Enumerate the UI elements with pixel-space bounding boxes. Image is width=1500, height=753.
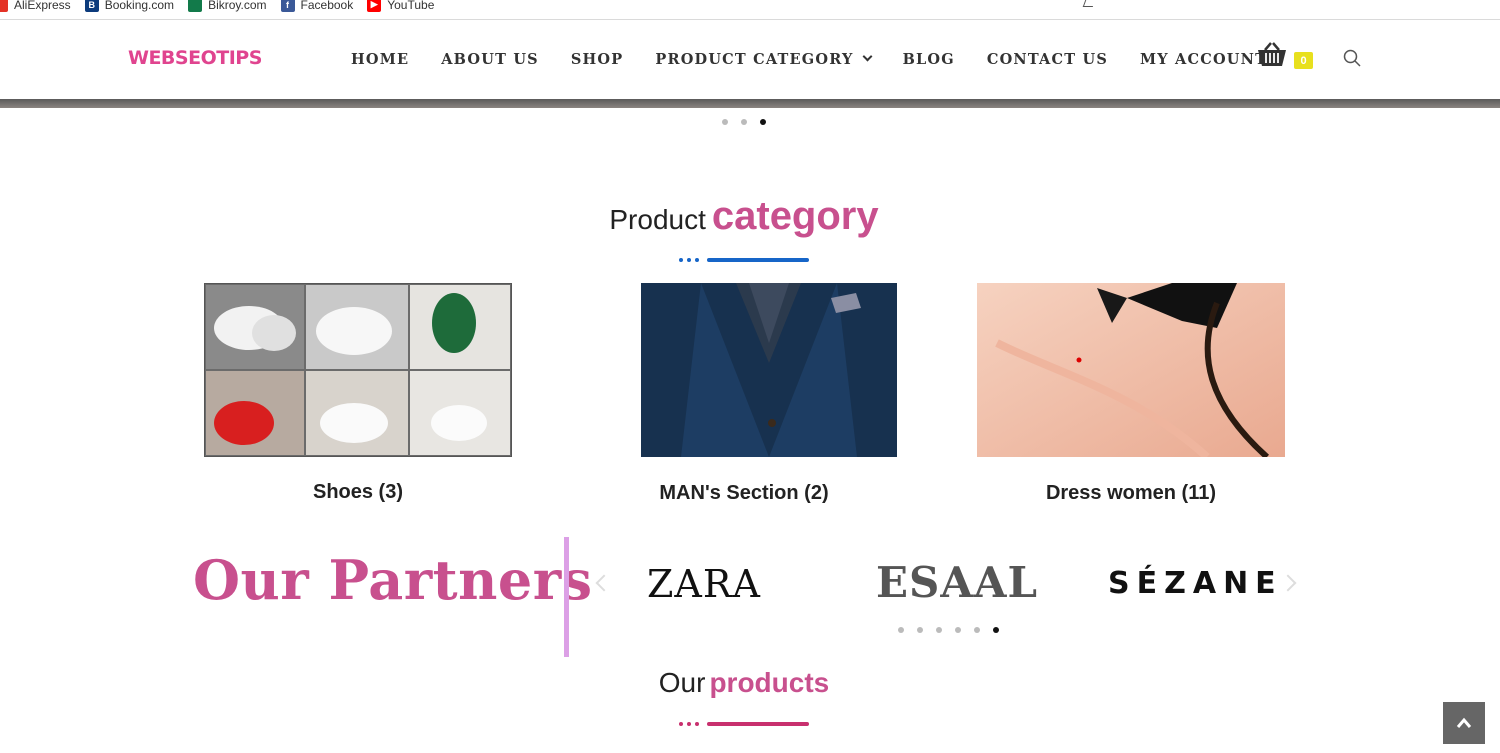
heading-plain: Product xyxy=(609,204,706,235)
carousel-dot[interactable] xyxy=(898,627,904,633)
heading-accent: category xyxy=(711,194,879,238)
category-card-shoes[interactable] xyxy=(203,282,513,462)
carousel-dot[interactable] xyxy=(936,627,942,633)
carousel-prev-icon[interactable] xyxy=(595,574,613,592)
main-nav: HOME ABOUT US SHOP PRODUCT CATEGORY BLOG… xyxy=(351,51,1299,68)
bookmark-label: Facebook xyxy=(300,0,354,12)
bookmark-aliexpress[interactable]: AliExpress xyxy=(0,0,71,15)
products-heading-divider xyxy=(679,722,809,726)
hero-slider-edge xyxy=(0,99,1500,108)
bookmarks-bar: AliExpress B Booking.com Bikroy.com f Fa… xyxy=(0,0,1500,20)
bookmark-booking[interactable]: B Booking.com xyxy=(84,0,175,15)
category-label-shoes[interactable]: Shoes (3) xyxy=(158,481,558,504)
booking-icon: B xyxy=(84,0,99,12)
partner-logo-esaal[interactable]: ESAAL xyxy=(876,558,1038,607)
bookmark-label: Booking.com xyxy=(104,0,175,12)
heading-divider xyxy=(679,258,809,262)
nav-about-us[interactable]: ABOUT US xyxy=(441,51,539,68)
youtube-icon: ▶ xyxy=(367,0,382,12)
carousel-dot[interactable] xyxy=(974,627,980,633)
dress-image[interactable] xyxy=(977,283,1285,460)
partners-carousel-dots xyxy=(898,627,1012,633)
nav-home[interactable]: HOME xyxy=(351,51,409,68)
cart-count-badge: 0 xyxy=(1294,52,1313,69)
scroll-to-top-button[interactable] xyxy=(1443,702,1485,744)
shoes-image[interactable] xyxy=(203,282,513,458)
bookmark-youtube[interactable]: ▶ YouTube xyxy=(367,0,434,15)
slider-dot[interactable] xyxy=(722,119,728,125)
slider-dot-active[interactable] xyxy=(760,119,766,125)
category-card-dress[interactable] xyxy=(977,283,1285,462)
nav-my-account[interactable]: MY ACCOUNT xyxy=(1140,51,1267,68)
partner-logo-sezane[interactable]: SÉZANE xyxy=(1108,566,1283,601)
aliexpress-icon xyxy=(0,0,8,12)
nav-shop[interactable]: SHOP xyxy=(571,51,624,68)
facebook-icon: f xyxy=(280,0,295,12)
bikroy-icon xyxy=(188,0,203,12)
nav-blog[interactable]: BLOG xyxy=(903,51,955,68)
slider-dot[interactable] xyxy=(741,119,747,125)
category-label-man[interactable]: MAN's Section (2) xyxy=(544,482,944,505)
carousel-dot-active[interactable] xyxy=(993,627,999,633)
bookmark-facebook[interactable]: f Facebook xyxy=(280,0,354,15)
bookmark-label: YouTube xyxy=(387,0,435,12)
carousel-dot[interactable] xyxy=(917,627,923,633)
bookmark-label: Bikroy.com xyxy=(208,0,267,12)
heading-accent: products xyxy=(709,667,830,698)
our-products-heading: Our products xyxy=(0,667,1494,699)
category-card-man[interactable] xyxy=(615,283,923,462)
man-suit-image[interactable] xyxy=(615,283,923,457)
nav-contact-us[interactable]: CONTACT US xyxy=(987,51,1108,68)
search-icon[interactable] xyxy=(1343,49,1361,67)
partners-title: Our Partners xyxy=(193,548,593,612)
chevron-down-icon xyxy=(862,51,873,62)
partner-logo-zara[interactable]: ZARA xyxy=(647,562,761,606)
product-category-heading: Product category xyxy=(0,194,1494,239)
heading-plain: Our xyxy=(658,667,706,698)
partners-divider xyxy=(564,537,569,657)
site-logo[interactable]: WEBSEOTIPS xyxy=(128,47,262,69)
site-header: WEBSEOTIPS HOME ABOUT US SHOP PRODUCT CA… xyxy=(0,21,1500,99)
bookmark-label: AliExpress xyxy=(14,0,71,12)
carousel-dot[interactable] xyxy=(955,627,961,633)
cart-basket-icon[interactable] xyxy=(1256,41,1288,69)
nav-product-category[interactable]: PRODUCT CATEGORY xyxy=(655,51,873,68)
hero-slider-dots xyxy=(722,119,779,125)
chevron-up-icon xyxy=(1456,717,1472,728)
nav-product-category-label: PRODUCT CATEGORY xyxy=(655,51,854,68)
bookmark-bikroy[interactable]: Bikroy.com xyxy=(188,0,267,15)
category-label-dress[interactable]: Dress women (11) xyxy=(931,482,1331,505)
